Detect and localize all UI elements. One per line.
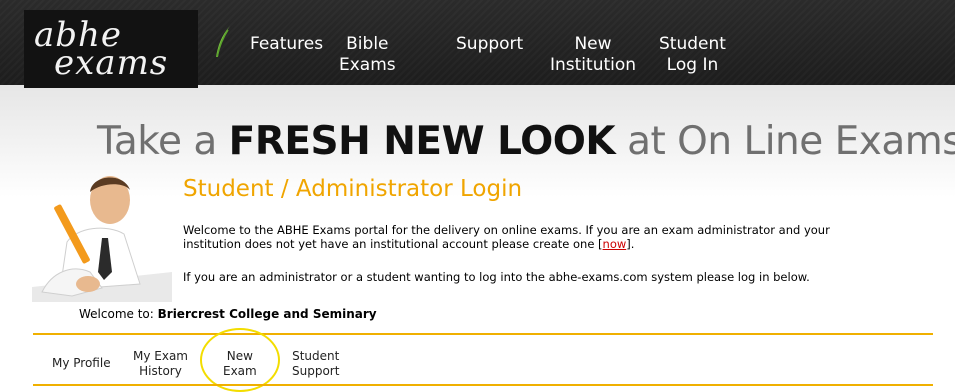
institution-name: Briercrest College and Seminary: [157, 307, 377, 321]
nav-bible-exams-line2: Exams: [339, 55, 396, 75]
nav-student-login-line2: Log In: [666, 55, 719, 75]
new-exam-highlight-ring: [200, 328, 280, 392]
intro-paragraph: Welcome to the ABHE Exams portal for the…: [183, 223, 883, 251]
tagline-bold: FRESH NEW LOOK: [228, 119, 616, 164]
tagline-suffix: at On Line Exams: [627, 119, 955, 164]
intro-text: Welcome to the ABHE Exams portal for the…: [183, 223, 830, 251]
tab-bar-top-divider: [33, 333, 933, 335]
login-heading: Student / Administrator Login: [183, 176, 523, 202]
nav-support[interactable]: Support: [456, 34, 523, 55]
nav-new-institution[interactable]: New Institution: [550, 34, 636, 76]
tab-student-support[interactable]: Student Support: [292, 349, 339, 379]
logo-text-line2: exams: [54, 43, 169, 83]
nav-features[interactable]: Features: [250, 34, 323, 55]
welcome-line: Welcome to: Briercrest College and Semin…: [79, 307, 377, 321]
tab-my-exam-history-line1: My Exam: [133, 349, 188, 363]
nav-features-label: Features: [250, 34, 324, 54]
student-illustration: [32, 176, 172, 302]
tagline-prefix: Take a: [97, 119, 217, 164]
tab-student-support-line1: Student: [292, 349, 340, 363]
welcome-label: Welcome to:: [79, 307, 154, 321]
tab-my-profile-label: My Profile: [52, 356, 111, 370]
nav-student-login[interactable]: Student Log In: [659, 34, 726, 76]
nav-new-institution-line2: Institution: [550, 55, 637, 75]
nav-new-institution-line1: New: [574, 34, 612, 54]
tab-my-profile[interactable]: My Profile: [52, 356, 111, 371]
nav-bible-exams[interactable]: Bible Exams: [339, 34, 396, 76]
create-account-link[interactable]: now: [603, 237, 627, 251]
banner-tagline: Take a FRESH NEW LOOK at On Line Exams: [97, 119, 955, 164]
nav-bible-exams-line1: Bible: [346, 34, 389, 54]
tab-my-exam-history[interactable]: My Exam History: [133, 349, 188, 379]
tab-student-support-line2: Support: [292, 364, 340, 378]
leaf-icon: [216, 26, 230, 58]
login-instructions: If you are an administrator or a student…: [183, 270, 810, 284]
tab-bar-bottom-divider: [33, 384, 933, 386]
nav-student-login-line1: Student: [659, 34, 726, 54]
intro-end: ].: [626, 237, 635, 251]
nav-support-label: Support: [456, 34, 524, 54]
abhe-exams-logo[interactable]: abhe exams: [24, 10, 198, 88]
tab-my-exam-history-line2: History: [139, 364, 182, 378]
